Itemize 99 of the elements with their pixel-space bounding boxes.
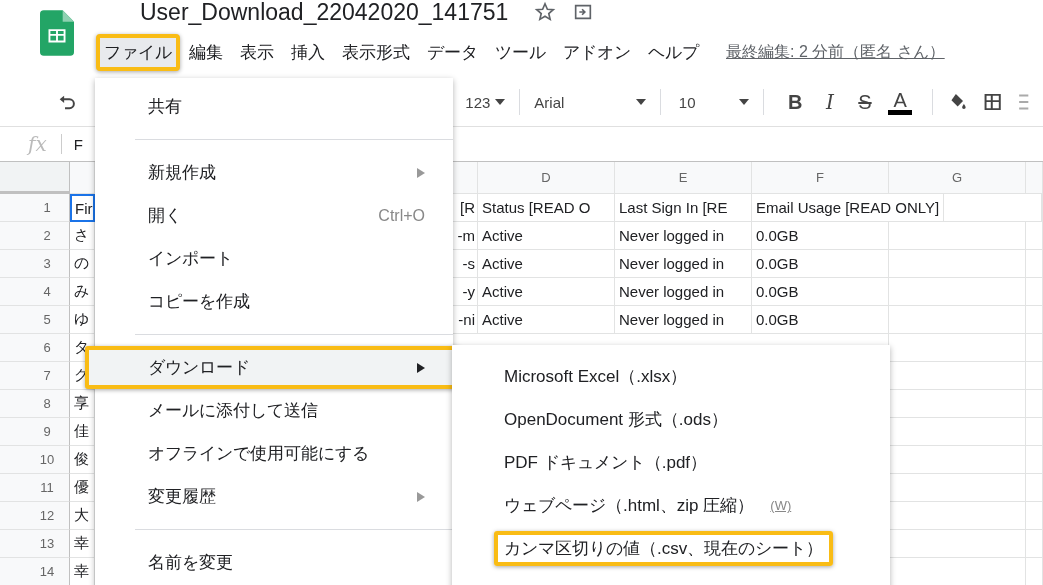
table-cell <box>1026 334 1043 362</box>
format-button[interactable]: B <box>777 90 813 114</box>
menu-item-label: 共有 <box>148 96 183 118</box>
formula-icon: fx <box>28 132 47 156</box>
table-cell: Active <box>478 250 615 278</box>
row-header[interactable]: 10 <box>0 446 70 474</box>
format-button[interactable]: I <box>812 90 848 114</box>
menu-bar-item[interactable]: 表示形式 <box>334 34 418 71</box>
table-cell <box>1026 250 1043 278</box>
table-cell: Status [READ O <box>478 194 615 222</box>
menu-bar-item[interactable]: ヘルプ <box>640 34 707 71</box>
table-cell: Never logged in <box>615 222 752 250</box>
menu-bar-item[interactable]: 挿入 <box>283 34 333 71</box>
select-all-corner[interactable] <box>0 162 70 194</box>
row-header[interactable]: 4 <box>0 278 70 306</box>
sheets-logo-icon[interactable] <box>40 10 74 56</box>
table-cell: Never logged in <box>615 306 752 334</box>
table-cell: Never logged in <box>615 250 752 278</box>
table-cell <box>1026 474 1043 502</box>
row-header[interactable]: 14 <box>0 558 70 585</box>
caret-icon <box>738 99 749 105</box>
table-cell <box>1026 222 1043 250</box>
format-button[interactable]: A <box>888 89 912 115</box>
shortcut-label: Ctrl+O <box>378 206 425 225</box>
formula-field[interactable]: F <box>73 135 83 153</box>
table-cell: Never logged in <box>615 278 752 306</box>
column-header[interactable]: D <box>478 162 615 194</box>
table-cell <box>1026 446 1043 474</box>
menu-item[interactable]: 共有 <box>95 85 453 128</box>
row-header[interactable]: 11 <box>0 474 70 502</box>
column-header[interactable]: E <box>615 162 752 194</box>
menu-item-label: 開く <box>148 205 183 227</box>
menu-item-label: コピーを作成 <box>148 291 251 313</box>
last-edit-link[interactable]: 最終編集: 2 分前（匿名 さん） <box>726 42 945 63</box>
table-cell: Fir <box>70 194 95 222</box>
caret-icon <box>495 99 506 105</box>
menu-item-label: 変更履歴 <box>148 486 217 508</box>
table-cell: 0.0GB <box>752 222 889 250</box>
menu-item[interactable]: 開く Ctrl+O <box>95 194 453 237</box>
menu-item[interactable]: 新規作成 <box>95 151 453 194</box>
submenu-item[interactable]: OpenDocument 形式（.ods） <box>494 402 738 437</box>
star-icon[interactable] <box>534 1 557 23</box>
menu-item-label: 名前を変更 <box>148 552 234 574</box>
table-cell <box>1026 390 1043 418</box>
row-header[interactable]: 13 <box>0 530 70 558</box>
borders-icon[interactable] <box>982 91 1004 113</box>
row-header[interactable]: 12 <box>0 502 70 530</box>
font-dropdown[interactable]: Arial <box>534 93 646 111</box>
format-button[interactable]: S <box>847 90 883 114</box>
menu-item-label: ダウンロード <box>148 357 251 379</box>
table-cell: 0.0GB <box>752 250 889 278</box>
row-header[interactable]: 6 <box>0 334 70 362</box>
menu-bar-item[interactable]: アドオン <box>555 34 639 71</box>
row-header[interactable]: 9 <box>0 418 70 446</box>
table-cell: 0.0GB <box>752 278 889 306</box>
row-header[interactable]: 2 <box>0 222 70 250</box>
submenu-item[interactable]: PDF ドキュメント（.pdf） <box>494 445 718 480</box>
submenu-item[interactable]: ウェブページ（.html、zip 圧縮） <box>494 488 765 523</box>
row-header[interactable]: 5 <box>0 306 70 334</box>
table-cell <box>1026 278 1043 306</box>
menu-bar-item[interactable]: 表示 <box>232 34 282 71</box>
row-header[interactable]: 3 <box>0 250 70 278</box>
number-format-button[interactable]: 123 <box>465 93 506 111</box>
table-cell <box>1026 306 1043 334</box>
menu-item-label: 新規作成 <box>148 162 217 184</box>
shortcut-hint: (W) <box>770 498 792 513</box>
menu-item[interactable]: コピーを作成 <box>95 280 453 323</box>
menu-item-label: メールに添付して送信 <box>148 400 319 422</box>
font-size-dropdown[interactable]: 10 <box>678 93 749 111</box>
row-header[interactable]: 7 <box>0 362 70 390</box>
row-header[interactable]: 8 <box>0 390 70 418</box>
table-cell: Email Usage [READ ONLY] <box>752 194 945 222</box>
table-cell <box>1026 502 1043 530</box>
menu-item-label: オフラインで使用可能にする <box>148 443 370 465</box>
table-cell <box>1026 530 1043 558</box>
column-header[interactable]: F <box>752 162 889 194</box>
menu-item[interactable]: 変更履歴 <box>95 475 453 518</box>
menu-bar-item[interactable]: 編集 <box>181 34 231 71</box>
column-header[interactable]: G <box>889 162 1026 194</box>
menu-item-label: インポート <box>148 248 234 270</box>
table-cell: Active <box>478 306 615 334</box>
submenu-item[interactable]: Microsoft Excel（.xlsx） <box>494 359 698 394</box>
table-cell <box>1026 418 1043 446</box>
table-cell: Active <box>478 222 615 250</box>
caret-icon <box>635 99 646 105</box>
menu-bar-item[interactable]: データ <box>419 34 486 71</box>
table-cell: Last Sign In [RE <box>615 194 752 222</box>
table-cell: 0.0GB <box>752 306 889 334</box>
submenu-item[interactable]: カンマ区切りの値（.csv、現在のシート） <box>494 531 834 566</box>
menu-item[interactable]: インポート <box>95 237 453 280</box>
menu-item[interactable]: オフラインで使用可能にする <box>95 432 453 475</box>
menu-item[interactable]: 名前を変更 <box>95 541 453 584</box>
menu-bar-item[interactable]: ファイル <box>96 34 180 71</box>
table-cell <box>1026 362 1043 390</box>
row-header[interactable]: 1 <box>0 194 70 222</box>
document-title[interactable]: User_Download_22042020_141751 <box>140 0 509 26</box>
menu-item[interactable]: メールに添付して送信 <box>95 389 453 432</box>
table-cell: Active <box>478 278 615 306</box>
menu-bar-item[interactable]: ツール <box>487 34 554 71</box>
